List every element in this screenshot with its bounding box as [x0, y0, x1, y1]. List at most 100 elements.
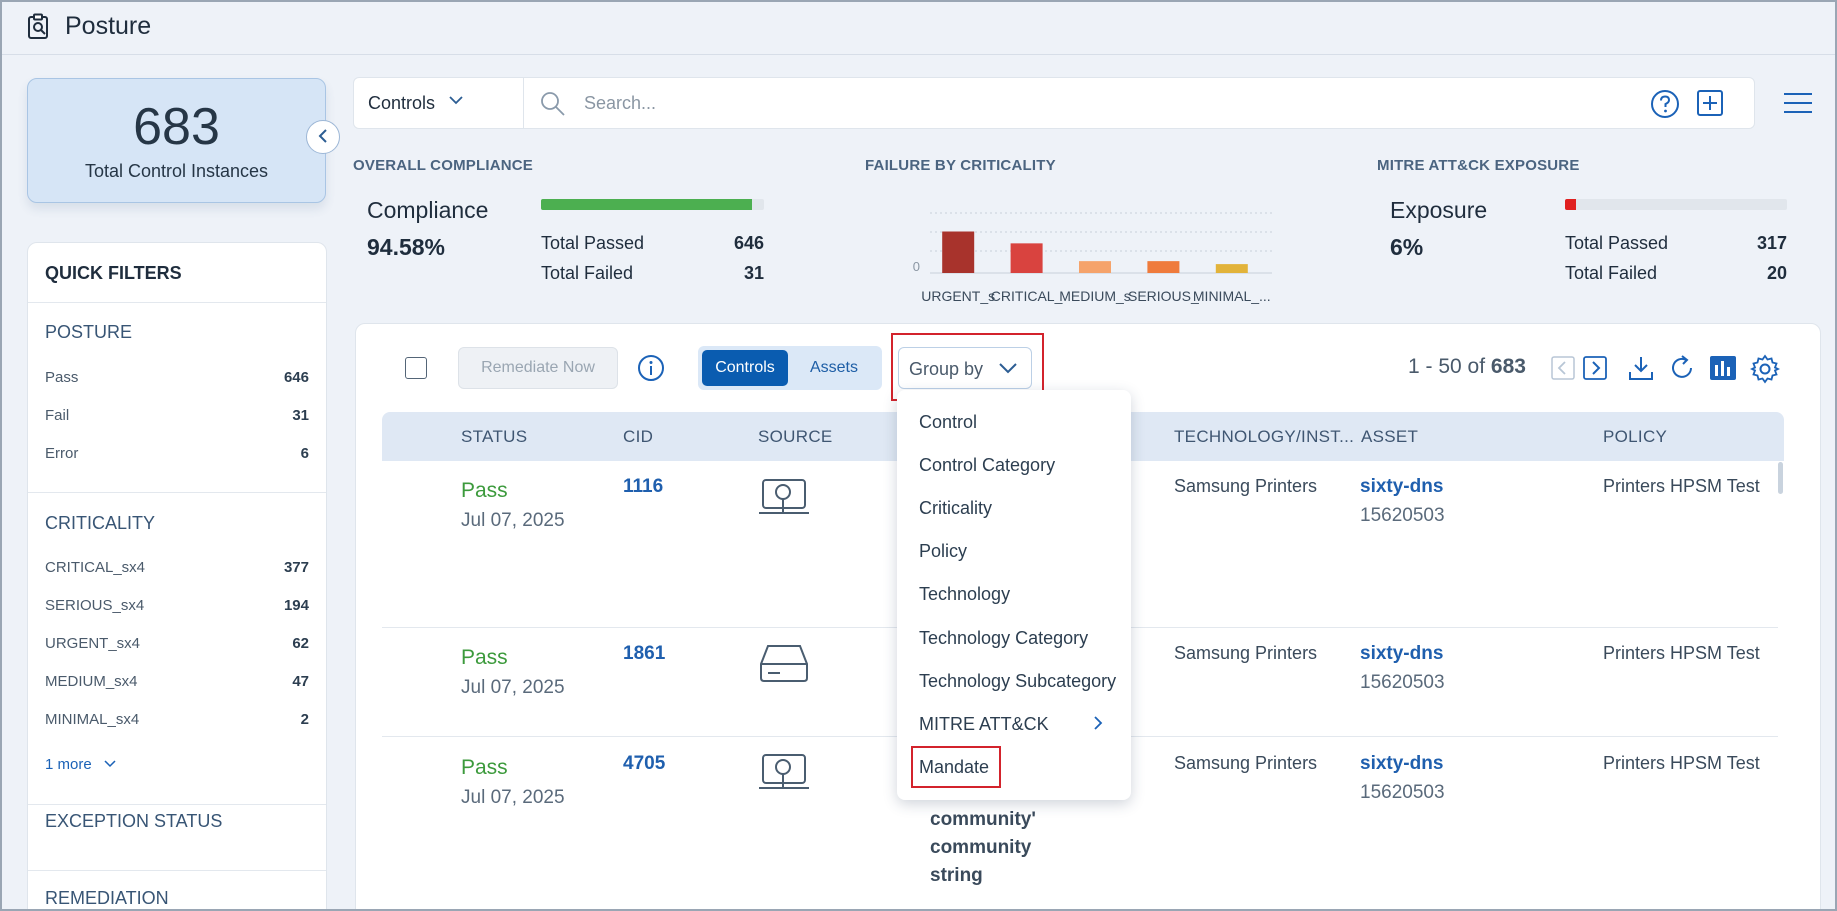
refresh-icon[interactable] — [1669, 354, 1697, 387]
add-icon[interactable] — [1696, 89, 1724, 122]
help-icon[interactable] — [1650, 89, 1680, 124]
next-page-icon[interactable] — [1583, 356, 1607, 385]
filter-label: SERIOUS_sx4 — [45, 597, 145, 614]
filter-pass[interactable]: Pass 646 — [45, 369, 309, 386]
divider — [28, 870, 326, 871]
chevron-right-icon — [1093, 715, 1103, 736]
x-tick-label: CRITICAL_ — [991, 288, 1063, 304]
view-toggle: Controls Assets — [698, 346, 882, 390]
row-policy: Printers HPSM Test — [1603, 476, 1760, 496]
filter-label: CRITICAL_sx4 — [45, 559, 146, 576]
failure-by-criticality-heading: FAILURE BY CRITICALITY — [865, 157, 1056, 174]
column-header-asset[interactable]: ASSET — [1361, 427, 1418, 447]
tab-assets[interactable]: Assets — [790, 350, 878, 386]
row-cid-link[interactable]: 4705 — [623, 753, 665, 775]
menu-item-technology[interactable]: Technology — [919, 584, 1010, 605]
row-policy: Printers HPSM Test — [1603, 643, 1760, 663]
hamburger-menu-icon[interactable] — [1783, 92, 1813, 119]
exposure-failed-label: Total Failed — [1565, 263, 1658, 283]
row-asset-link[interactable]: sixty-dns — [1360, 643, 1443, 665]
exposure-failed-value: 20 — [1766, 263, 1787, 283]
bar[interactable] — [1215, 264, 1248, 273]
pagination-total: 683 — [1490, 355, 1526, 378]
column-header-technology[interactable]: TECHNOLOGY/INST... — [1174, 427, 1354, 447]
x-tick-label: URGENT_s — [921, 288, 995, 304]
menu-item-control[interactable]: Control — [919, 412, 977, 433]
clipboard-search-icon — [26, 13, 52, 46]
filter-serious[interactable]: SERIOUS_sx4 194 — [45, 597, 309, 614]
filter-count: 6 — [300, 445, 309, 462]
filter-minimal[interactable]: MINIMAL_sx4 2 — [45, 711, 309, 728]
column-header-source[interactable]: SOURCE — [758, 427, 833, 447]
row-status: Pass — [461, 646, 508, 669]
row-asset-link[interactable]: sixty-dns — [1360, 753, 1443, 775]
menu-item-mitre-attack[interactable]: MITRE ATT&CK — [919, 714, 1049, 735]
menu-item-technology-subcategory[interactable]: Technology Subcategory — [919, 671, 1116, 692]
pagination-range: 1 - 50 of — [1408, 355, 1486, 378]
chart-view-icon[interactable] — [1709, 355, 1737, 386]
select-all-checkbox[interactable] — [405, 357, 427, 379]
row-asset-id: 15620503 — [1360, 672, 1445, 693]
pagination-text: 1 - 50 of 683 — [1408, 355, 1526, 379]
filter-label: Pass — [45, 369, 79, 386]
exposure-label: Exposure — [1390, 197, 1488, 223]
compliance-label: Compliance — [367, 197, 489, 223]
chevron-down-icon — [104, 756, 116, 773]
total-count: 683 — [133, 98, 220, 156]
row-date: Jul 07, 2025 — [461, 787, 565, 808]
download-icon[interactable] — [1627, 354, 1655, 387]
menu-item-policy[interactable]: Policy — [919, 541, 967, 562]
bar[interactable] — [1010, 243, 1043, 273]
row-cid-link[interactable]: 1861 — [623, 643, 665, 665]
show-more-link[interactable]: 1 more — [45, 756, 116, 773]
bar[interactable] — [942, 231, 975, 274]
column-header-policy[interactable]: POLICY — [1603, 427, 1667, 447]
column-header-cid[interactable]: CID — [623, 427, 653, 447]
filter-critical[interactable]: CRITICAL_sx4 377 — [45, 559, 309, 576]
collapse-panel-button[interactable] — [306, 120, 340, 154]
criticality-section-title[interactable]: CRITICALITY — [45, 513, 155, 534]
mitre-exposure-heading: MITRE ATT&CK EXPOSURE — [1377, 157, 1580, 174]
bar[interactable] — [1079, 261, 1111, 273]
filter-urgent[interactable]: URGENT_sx4 62 — [45, 635, 309, 652]
search-icon — [539, 90, 567, 123]
menu-item-control-category[interactable]: Control Category — [919, 455, 1055, 476]
row-technology: Samsung Printers — [1174, 476, 1318, 496]
settings-gear-icon[interactable] — [1749, 354, 1781, 389]
exposure-value: 6% — [1390, 234, 1424, 260]
compliance-passed-label: Total Passed — [541, 233, 645, 253]
control-title-line: community — [930, 837, 1032, 858]
group-by-menu: Control Control Category Criticality Pol… — [897, 390, 1131, 800]
row-asset-link[interactable]: sixty-dns — [1360, 476, 1443, 498]
exception-status-section-title[interactable]: EXCEPTION STATUS — [45, 811, 222, 832]
remediate-now-button[interactable]: Remediate Now — [458, 347, 618, 389]
row-policy: Printers HPSM Test — [1603, 753, 1760, 773]
bar[interactable] — [1147, 261, 1180, 273]
table-scrollbar[interactable] — [1778, 462, 1783, 494]
row-asset-id: 15620503 — [1360, 782, 1445, 803]
x-tick-label: SERIOUS_ — [1128, 288, 1199, 304]
row-status: Pass — [461, 479, 508, 502]
search-input[interactable] — [584, 90, 1384, 116]
remediation-section-title[interactable]: REMEDIATION — [45, 888, 169, 909]
compliance-progress-bar — [541, 199, 764, 210]
overall-compliance-heading: OVERALL COMPLIANCE — [353, 157, 533, 174]
column-header-status[interactable]: STATUS — [461, 427, 527, 447]
previous-page-icon[interactable] — [1551, 356, 1575, 385]
row-cid-link[interactable]: 1116 — [623, 476, 663, 498]
top-bar: Posture — [0, 0, 1837, 55]
progress-fill — [541, 199, 752, 210]
chevron-down-icon[interactable] — [449, 92, 463, 108]
menu-item-technology-category[interactable]: Technology Category — [919, 628, 1088, 649]
scope-dropdown[interactable]: Controls — [368, 93, 435, 114]
info-icon[interactable] — [637, 354, 665, 387]
filter-medium[interactable]: MEDIUM_sx4 47 — [45, 673, 309, 690]
posture-section-title[interactable]: POSTURE — [45, 322, 132, 343]
tab-controls[interactable]: Controls — [702, 350, 788, 386]
filter-fail[interactable]: Fail 31 — [45, 407, 309, 424]
menu-item-criticality[interactable]: Criticality — [919, 498, 992, 519]
row-technology: Samsung Printers — [1174, 643, 1318, 663]
filter-error[interactable]: Error 6 — [45, 445, 309, 462]
compliance-failed-value: 31 — [743, 263, 764, 283]
laptop-search-icon — [758, 752, 810, 799]
